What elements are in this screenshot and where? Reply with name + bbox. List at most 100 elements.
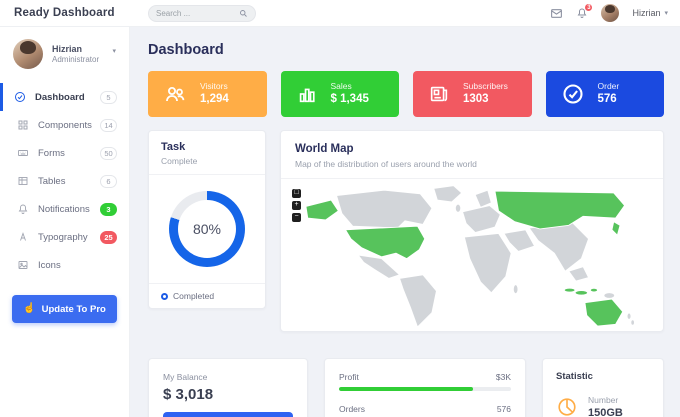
task-card: Task Complete 80% Completed <box>148 130 266 309</box>
count-badge: 14 <box>100 118 117 132</box>
map-controls: □ + − <box>292 189 301 222</box>
map-zoom-out-button[interactable]: − <box>292 213 301 222</box>
count-badge: 50 <box>100 146 117 160</box>
check-circle-icon <box>561 82 585 106</box>
my-balance-card: My Balance $ 3,018 <box>148 358 308 417</box>
sidebar-item-tables[interactable]: Tables 6 <box>0 167 129 195</box>
sidebar-item-dashboard[interactable]: Dashboard 5 <box>0 83 129 111</box>
user-name: Hizrian <box>632 8 661 18</box>
grid-icon <box>17 119 29 131</box>
mail-icon[interactable] <box>550 7 563 20</box>
map-zoom-in-button[interactable]: + <box>292 201 301 210</box>
image-icon <box>17 259 29 271</box>
user-avatar[interactable] <box>601 4 620 22</box>
stat-text: Subscribers 1303 <box>463 81 508 108</box>
search-input[interactable] <box>156 8 239 18</box>
profile-name: Hizrian <box>52 43 83 54</box>
user-menu[interactable]: Hizrian ▾ <box>632 8 668 18</box>
sidebar-item-label: Notifications <box>38 203 90 215</box>
count-badge: 25 <box>100 230 117 244</box>
sidebar-profile[interactable]: Hizrian Administrator ▾ <box>0 27 129 79</box>
region-russia <box>494 190 625 230</box>
profile-text: Hizrian Administrator <box>52 43 99 66</box>
search-icon[interactable] <box>239 9 248 18</box>
update-to-pro-button[interactable]: ☝ Update To Pro <box>12 295 117 323</box>
statistic-value: 150GB <box>588 407 623 417</box>
bar-chart-icon <box>296 83 318 105</box>
map-body: □ + − <box>281 179 663 331</box>
stat-text: Order 576 <box>598 81 620 108</box>
header-actions: 3 Hizrian ▾ <box>550 3 680 22</box>
brand-logo[interactable]: Ready Dashboard <box>0 7 130 19</box>
page-title: Dashboard <box>148 42 224 58</box>
donut-percent-label: 80% <box>178 200 236 258</box>
sidebar-item-forms[interactable]: Forms 50 <box>0 139 129 167</box>
notifications-button[interactable]: 3 <box>576 3 594 19</box>
task-donut-area: 80% <box>149 175 265 283</box>
stat-label: Subscribers <box>463 80 508 91</box>
typography-icon <box>17 231 29 243</box>
sidebar-item-icons[interactable]: Icons <box>0 251 129 279</box>
count-badge: 3 <box>100 202 117 216</box>
chevron-down-icon: ▾ <box>664 10 668 17</box>
world-map-card: World Map Map of the distribution of use… <box>280 130 664 332</box>
stat-label: Order <box>597 80 620 91</box>
sidebar-item-components[interactable]: Components 14 <box>0 111 129 139</box>
profile-role: Administrator <box>52 54 100 64</box>
progress-row-profit: Profit $3K <box>339 372 511 391</box>
sidebar-item-label: Dashboard <box>35 91 85 103</box>
newspaper-icon <box>428 83 450 105</box>
sidebar-item-typography[interactable]: Typography 25 <box>0 223 129 251</box>
count-badge: 6 <box>100 174 117 188</box>
stat-label: Visitors <box>200 80 228 91</box>
progress-bar <box>339 387 511 391</box>
sidebar-item-label: Forms <box>38 147 65 159</box>
stat-value: 1,294 <box>200 93 229 106</box>
stat-card-subscribers[interactable]: Subscribers 1303 <box>413 71 532 117</box>
progress-card: Profit $3K Orders 576 <box>324 358 526 417</box>
stat-card-order[interactable]: Order 576 <box>545 71 664 117</box>
hand-pointer-icon: ☝ <box>23 303 36 314</box>
stat-card-visitors[interactable]: Visitors 1,294 <box>148 71 267 117</box>
progress-label: Orders <box>339 404 365 414</box>
stat-value: 576 <box>597 93 617 106</box>
top-header: Ready Dashboard 3 <box>0 0 680 27</box>
update-to-pro-label: Update To Pro <box>41 303 106 315</box>
notification-count-badge: 3 <box>584 3 594 12</box>
bell-icon <box>17 203 29 215</box>
sidebar-item-label: Components <box>38 119 92 131</box>
avatar <box>13 39 43 69</box>
bottom-row: My Balance $ 3,018 Profit $3K Orders 576… <box>148 358 664 417</box>
middle-row: Task Complete 80% Completed World Map Ma… <box>148 130 664 332</box>
statistic-title: Statistic <box>556 371 593 382</box>
statistic-card: Statistic Number 150GB <box>542 358 664 417</box>
map-title: World Map <box>295 143 354 155</box>
search-bar[interactable] <box>148 4 256 22</box>
legend-label: Completed <box>173 291 215 301</box>
progress-fill <box>339 387 474 391</box>
stat-text: Sales $ 1,345 <box>331 81 369 108</box>
donut-chart[interactable]: 80% <box>169 191 245 267</box>
stat-card-sales[interactable]: Sales $ 1,345 <box>280 71 399 117</box>
stat-label: Sales <box>330 80 352 91</box>
map-subtitle: Map of the distribution of users around … <box>295 159 477 169</box>
table-icon <box>17 175 29 187</box>
chevron-down-icon[interactable]: ▾ <box>112 47 116 55</box>
sidebar-item-label: Tables <box>38 175 66 187</box>
balance-action-button[interactable] <box>163 412 293 417</box>
region-usa <box>345 225 426 260</box>
task-card-header: Task Complete <box>149 131 265 175</box>
sidebar: Hizrian Administrator ▾ Dashboard 5 Comp… <box>0 27 130 417</box>
sidebar-item-label: Typography <box>38 231 88 243</box>
stat-value: $ 1,345 <box>330 93 369 106</box>
world-map[interactable] <box>287 183 657 327</box>
stat-value: 1303 <box>463 93 489 106</box>
progress-value: 576 <box>496 404 511 414</box>
task-legend: Completed <box>149 283 265 308</box>
sidebar-item-notifications[interactable]: Notifications 3 <box>0 195 129 223</box>
region-australia <box>584 298 624 327</box>
balance-label: My Balance <box>163 372 208 382</box>
pie-chart-icon <box>556 396 578 417</box>
map-fullscreen-button[interactable]: □ <box>292 189 301 198</box>
sidebar-item-label: Icons <box>38 259 61 271</box>
